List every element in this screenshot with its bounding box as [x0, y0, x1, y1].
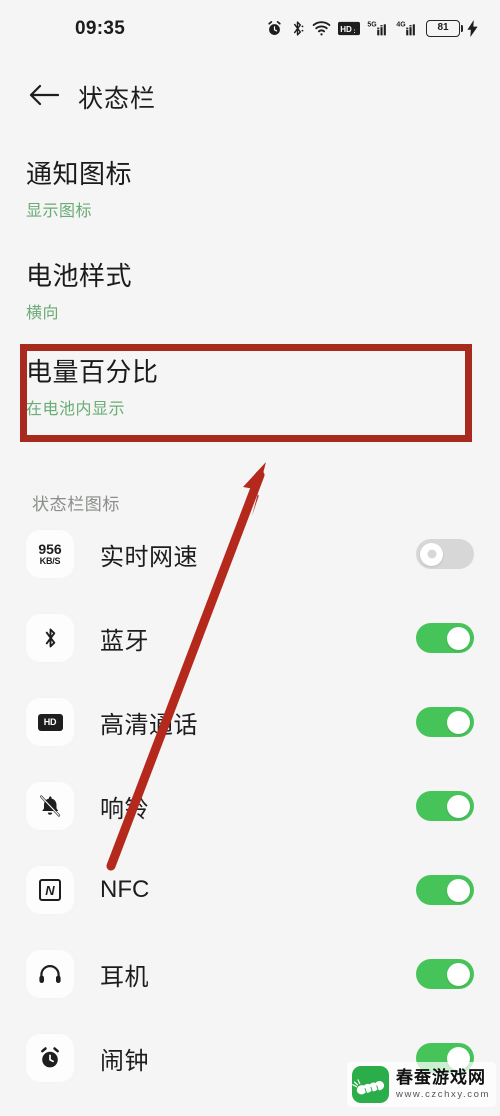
list-item[interactable]: 响铃: [0, 764, 500, 848]
charging-bolt-icon: [467, 19, 478, 37]
list-item-label: NFC: [100, 876, 150, 903]
network-speed-unit: KB/S: [39, 556, 61, 566]
toggle-network-speed[interactable]: [416, 539, 474, 569]
toggle-headphones[interactable]: [416, 959, 474, 989]
bell-slash-icon: [26, 782, 74, 830]
wifi-icon: [312, 20, 331, 36]
list-item[interactable]: 耳机: [0, 932, 500, 1016]
toggle-ringer[interactable]: [416, 791, 474, 821]
hd-voice-icon: HD :: [338, 21, 360, 36]
app-bar: 状态栏: [0, 66, 500, 128]
list-item-label: 响铃: [100, 795, 149, 823]
list-item-label: 耳机: [100, 963, 149, 991]
toggle-knob: [420, 542, 443, 566]
watermark-logo-icon: [351, 1066, 389, 1103]
signal-4g-icon: 4G: [396, 19, 418, 37]
signal-5g-icon: 5G: [367, 19, 389, 37]
alarm-clock-icon: [26, 1034, 74, 1082]
list-item-label: 高清通话: [100, 711, 198, 739]
list-item-label: 实时网速: [100, 543, 198, 571]
list-item[interactable]: 蓝牙: [0, 596, 500, 680]
svg-text::: :: [353, 27, 355, 34]
setting-subtitle: 在电池内显示: [26, 400, 126, 418]
setting-title: 电池样式: [26, 261, 133, 291]
battery-icon: 81: [426, 19, 464, 37]
setting-row-battery-percentage[interactable]: 电量百分比 在电池内显示: [0, 357, 500, 419]
network-speed-value: 956: [38, 541, 62, 557]
list-item[interactable]: 956 KB/S 实时网速: [0, 512, 500, 596]
setting-title: 电量百分比: [26, 357, 159, 387]
toggle-nfc[interactable]: [416, 875, 474, 905]
svg-text:HD: HD: [340, 24, 352, 33]
toggle-knob: [447, 962, 470, 986]
bluetooth-icon: [26, 614, 74, 662]
setting-row-battery-style[interactable]: 电池样式 横向: [0, 261, 500, 323]
list-item[interactable]: HD 高清通话: [0, 680, 500, 764]
back-arrow-icon: [29, 84, 60, 111]
toggle-knob: [447, 710, 470, 734]
toggle-hd-voice[interactable]: [416, 707, 474, 737]
bluetooth-icon: [290, 20, 305, 37]
list-item-label: 蓝牙: [100, 627, 149, 655]
watermark-site-name: 春蚕游戏网: [395, 1067, 486, 1088]
toggle-bluetooth[interactable]: [416, 623, 474, 653]
setting-subtitle: 显示图标: [26, 202, 93, 220]
toggle-knob: [447, 626, 470, 650]
svg-text:5G: 5G: [367, 21, 376, 28]
network-speed-icon: 956 KB/S: [26, 530, 74, 578]
toggle-knob: [447, 794, 470, 818]
toggle-knob: [447, 878, 470, 902]
alarm-icon: [266, 20, 283, 37]
watermark: 春蚕游戏网 www.czchxy.com: [346, 1062, 496, 1107]
hd-icon: HD: [26, 698, 74, 746]
watermark-url: www.czchxy.com: [395, 1088, 490, 1100]
svg-text:4G: 4G: [396, 21, 405, 28]
hd-chip-label: HD: [37, 713, 63, 731]
setting-title: 通知图标: [26, 159, 133, 189]
list-item[interactable]: N NFC: [0, 848, 500, 932]
status-bar-icons: HD : 5G 4G 81: [266, 16, 478, 40]
back-button[interactable]: [24, 77, 64, 117]
battery-level-text: 81: [437, 22, 449, 33]
setting-row-notification-icons[interactable]: 通知图标 显示图标: [0, 159, 500, 221]
status-bar: 09:35 HD: 5G 4G 81: [0, 0, 500, 56]
nfc-icon: N: [26, 866, 74, 914]
setting-subtitle: 横向: [26, 304, 60, 322]
status-bar-clock: 09:35: [75, 18, 126, 39]
headphones-icon: [26, 950, 74, 998]
nfc-chip-label: N: [39, 879, 61, 901]
page-title: 状态栏: [78, 85, 157, 113]
status-bar-icon-list: 956 KB/S 实时网速 蓝牙 HD 高清通话 响铃 N NFC 耳机 闹钟: [0, 512, 500, 1100]
